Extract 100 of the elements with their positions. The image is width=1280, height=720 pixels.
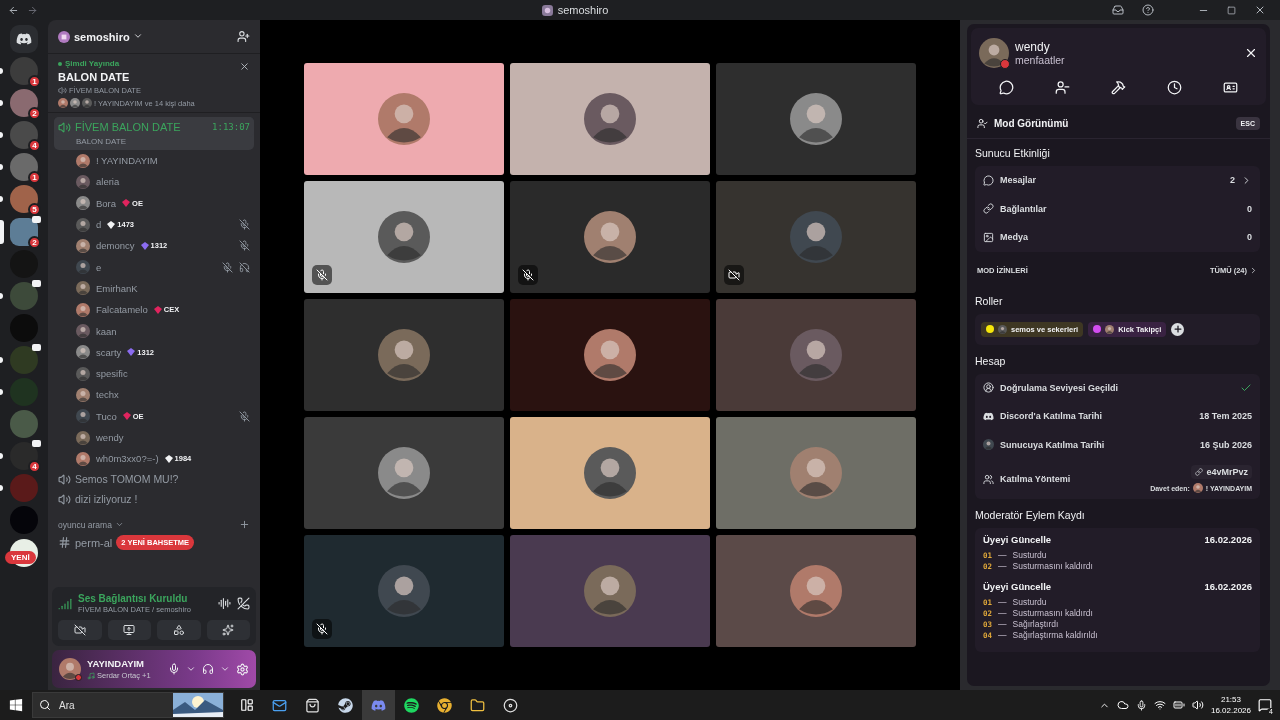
volume-icon[interactable] (1191, 699, 1204, 711)
chat-app-button[interactable] (362, 690, 395, 720)
avatar (378, 565, 430, 617)
action-separator: — (998, 630, 1007, 640)
activity-row[interactable]: Bağlantılar 0 (983, 194, 1252, 223)
invite-icon[interactable] (237, 30, 250, 43)
server-icon[interactable]: 4 (10, 121, 38, 150)
log-date: 16.02.2026 (1204, 534, 1252, 545)
server-icon[interactable]: 2 (10, 217, 38, 246)
id-card-icon[interactable] (1222, 80, 1238, 95)
row-label: Discord'a Katılma Tarihi (1000, 411, 1103, 422)
invite-code[interactable]: e4vMrPvz (1191, 465, 1252, 479)
maximize-icon[interactable] (1227, 5, 1236, 15)
voice-channel[interactable]: FİVEM BALON DATE 1:13:07 BALON DATE (54, 117, 254, 150)
server-icon[interactable]: 5 (10, 185, 38, 214)
user-minus-icon[interactable] (1055, 80, 1071, 95)
video-tile[interactable] (304, 299, 504, 411)
avatar (378, 329, 430, 381)
headphones-icon[interactable] (202, 663, 214, 675)
chevron-down-icon[interactable] (220, 664, 230, 674)
wifi-icon[interactable] (1153, 699, 1166, 711)
avatar (76, 196, 90, 211)
member-row[interactable]: techx (76, 384, 254, 406)
search-icon (39, 699, 51, 711)
server-icon[interactable]: 4 (10, 442, 38, 471)
music-note-icon (87, 671, 95, 680)
close-icon[interactable] (239, 61, 250, 72)
message-icon[interactable] (999, 80, 1015, 95)
member-row[interactable]: aleria (76, 171, 254, 193)
clock[interactable]: 21:53 16.02.2026 (1210, 694, 1251, 716)
chevron-down-icon[interactable] (186, 664, 196, 674)
search-field[interactable]: Ara (57, 698, 167, 712)
channel-name: Semos TOMOM MU!? (75, 473, 180, 486)
inbox-icon[interactable] (1112, 4, 1124, 16)
category-header[interactable]: oyuncu arama (54, 509, 254, 533)
help-icon[interactable] (1142, 4, 1154, 16)
activity-row[interactable]: Medya 0 (983, 223, 1252, 252)
hammer-icon[interactable] (1111, 80, 1126, 95)
video-tile[interactable] (716, 63, 916, 175)
add-role-button[interactable] (1171, 322, 1185, 336)
battery-icon[interactable] (1172, 699, 1185, 711)
close-icon[interactable] (1254, 4, 1266, 16)
screen-share-button[interactable] (107, 620, 151, 640)
video-tile[interactable] (716, 417, 916, 529)
channel-name: dizi izliyoruz ! (75, 493, 139, 506)
server-icon[interactable]: 1 (10, 57, 38, 86)
video-tile[interactable] (716, 535, 916, 647)
activity-row[interactable]: Mesajlar 2 (983, 166, 1252, 195)
server-icon[interactable]: 2 (10, 89, 38, 118)
video-tile[interactable] (304, 417, 504, 529)
back-arrow-icon[interactable] (8, 4, 19, 16)
video-tile[interactable] (304, 181, 504, 293)
video-tile[interactable] (510, 535, 710, 647)
avatar (790, 93, 842, 145)
video-tile[interactable] (510, 181, 710, 293)
settings-icon[interactable] (236, 662, 249, 676)
audio-lines-icon[interactable] (218, 597, 231, 610)
search-bar[interactable]: Ara (32, 692, 224, 718)
member-name: EmirhanK (96, 282, 138, 294)
add-icon[interactable] (239, 519, 250, 531)
member-name: Bora (96, 197, 117, 209)
hang-up-icon[interactable] (237, 597, 250, 610)
video-tile[interactable] (716, 181, 916, 293)
clock-icon[interactable] (1166, 80, 1182, 95)
server-icon[interactable]: 1 (10, 153, 38, 182)
video-tile[interactable] (716, 299, 916, 411)
microphone-icon[interactable] (168, 663, 180, 675)
member-row[interactable]: ! YAYINDAYIM (76, 150, 254, 172)
server-icon[interactable] (10, 345, 38, 374)
video-tile[interactable] (304, 535, 504, 647)
shapes-icon (172, 624, 185, 636)
close-icon[interactable] (1244, 46, 1258, 60)
member-row[interactable]: kaan (76, 320, 254, 342)
cloud-icon[interactable] (1116, 699, 1129, 711)
row-value: 16 Şub 2026 (1199, 439, 1252, 450)
notifications-icon[interactable] (1258, 698, 1272, 712)
video-tile[interactable] (304, 63, 504, 175)
home-button[interactable] (10, 25, 38, 53)
member-row[interactable]: spesific (76, 362, 254, 385)
video-tile[interactable] (510, 63, 710, 175)
server-icon[interactable] (10, 281, 38, 310)
camera-toggle-button[interactable] (58, 620, 102, 640)
soundboard-button[interactable] (206, 620, 250, 640)
microphone-icon[interactable] (1135, 699, 1147, 711)
video-tile[interactable] (510, 299, 710, 411)
server-name[interactable]: semoshiro (74, 30, 233, 43)
video-tile[interactable] (510, 417, 710, 529)
avatar (76, 153, 90, 168)
clock-time: 21:53 (1220, 694, 1241, 705)
member-row[interactable]: EmirhanK (76, 277, 254, 300)
chat-bubble-icon (983, 174, 994, 186)
voice-channel[interactable]: Semos TOMOM MU!? (54, 469, 254, 490)
avatar (58, 98, 68, 108)
member-row[interactable]: wendy (76, 426, 254, 449)
activities-button[interactable] (157, 620, 201, 640)
voice-channel[interactable]: dizi izliyoruz ! (54, 489, 254, 510)
member-row[interactable]: e (76, 256, 254, 278)
forward-arrow-icon[interactable] (27, 4, 38, 16)
avatar (76, 281, 90, 296)
avatar (1105, 324, 1115, 334)
